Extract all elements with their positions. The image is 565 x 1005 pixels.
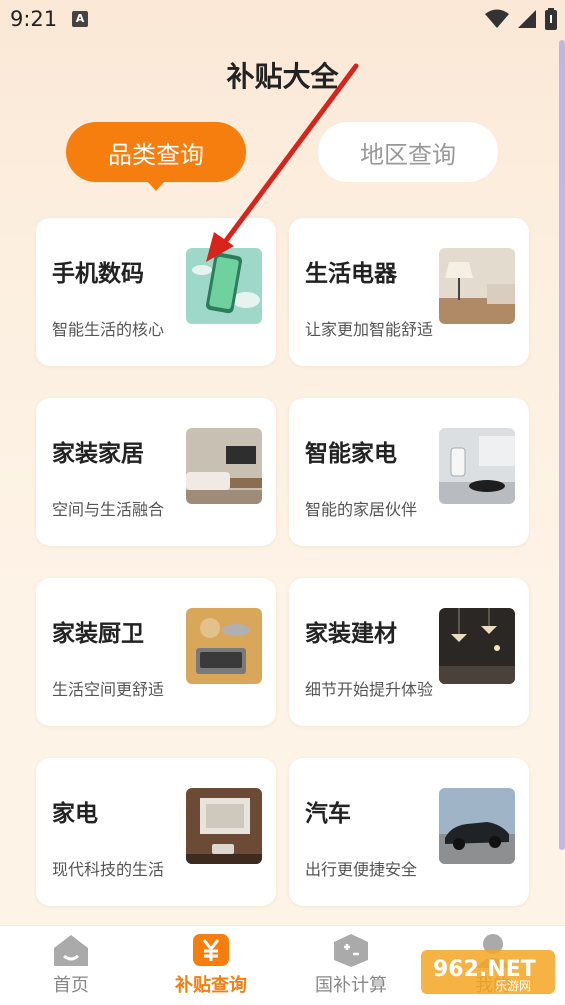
signal-icon	[518, 10, 536, 28]
card-subtitle: 智能生活的核心	[52, 320, 165, 339]
category-card-building-materials[interactable]: 家装建材 细节开始提升体验	[289, 578, 529, 726]
status-bar: 9:21 A	[0, 0, 565, 40]
category-card-appliances[interactable]: 生活电器 让家更加智能舒适	[289, 218, 529, 366]
battery-icon	[545, 8, 557, 30]
category-card-kitchen-bath[interactable]: 家装厨卫 生活空间更舒适	[36, 578, 276, 726]
box-calculator-icon	[334, 934, 368, 967]
scrollbar[interactable]	[559, 40, 565, 850]
nav-subsidy-calc[interactable]: 国补计算	[296, 926, 406, 1005]
category-card-automobile[interactable]: 汽车 出行更便捷安全	[289, 758, 529, 906]
card-title: 生活电器	[305, 261, 397, 287]
kitchen-image	[186, 608, 262, 684]
nav-label: 国补计算	[315, 975, 387, 996]
card-title: 家装建材	[305, 621, 397, 647]
category-card-home-appliances[interactable]: 家电 现代科技的生活	[36, 758, 276, 906]
watermark-logo: 962.NET 乐游网	[421, 946, 555, 998]
lamp-image	[439, 248, 515, 324]
tab-label: 地区查询	[360, 140, 456, 169]
card-subtitle: 细节开始提升体验	[305, 680, 434, 699]
wifi-icon	[485, 9, 509, 28]
card-title: 家装家居	[52, 441, 144, 467]
nav-home[interactable]: 首页	[16, 926, 126, 1005]
nav-subsidy-query[interactable]: 补贴查询	[156, 926, 266, 1005]
tab-region-query[interactable]: 地区查询	[318, 122, 498, 182]
category-card-digital[interactable]: 手机数码 智能生活的核心	[36, 218, 276, 366]
nav-label: 补贴查询	[175, 975, 247, 996]
card-title: 手机数码	[52, 261, 144, 287]
svg-text:乐游网: 乐游网	[495, 979, 531, 993]
page-title: 补贴大全	[226, 60, 339, 93]
tab-pointer	[147, 181, 165, 191]
card-title: 家装厨卫	[52, 621, 144, 647]
living-room-image	[186, 428, 262, 504]
projector-image	[186, 788, 262, 864]
tab-category-query[interactable]: 品类查询	[66, 122, 246, 191]
status-icons	[485, 8, 557, 30]
card-subtitle: 现代科技的生活	[52, 860, 165, 879]
tab-label: 品类查询	[108, 140, 204, 169]
yuan-icon	[193, 934, 229, 966]
card-subtitle: 让家更加智能舒适	[305, 320, 434, 339]
category-card-home-furnishing[interactable]: 家装家居 空间与生活融合	[36, 398, 276, 546]
home-icon	[54, 935, 88, 966]
card-title: 家电	[52, 801, 98, 827]
car-image	[439, 788, 515, 864]
card-subtitle: 智能的家居伙伴	[305, 500, 418, 519]
card-title: 汽车	[305, 801, 351, 827]
phone-image	[186, 248, 262, 324]
card-subtitle: 空间与生活融合	[52, 500, 165, 519]
card-subtitle: 出行更便捷安全	[305, 860, 418, 879]
card-title: 智能家电	[305, 441, 397, 467]
card-subtitle: 生活空间更舒适	[52, 680, 165, 699]
notification-icon: A	[72, 11, 88, 27]
status-time: 9:21	[10, 7, 58, 31]
nav-label: 首页	[53, 975, 89, 996]
category-card-smart-appliances[interactable]: 智能家电 智能的家居伙伴	[289, 398, 529, 546]
robot-vacuum-image	[439, 428, 515, 504]
chandelier-image	[439, 608, 515, 684]
